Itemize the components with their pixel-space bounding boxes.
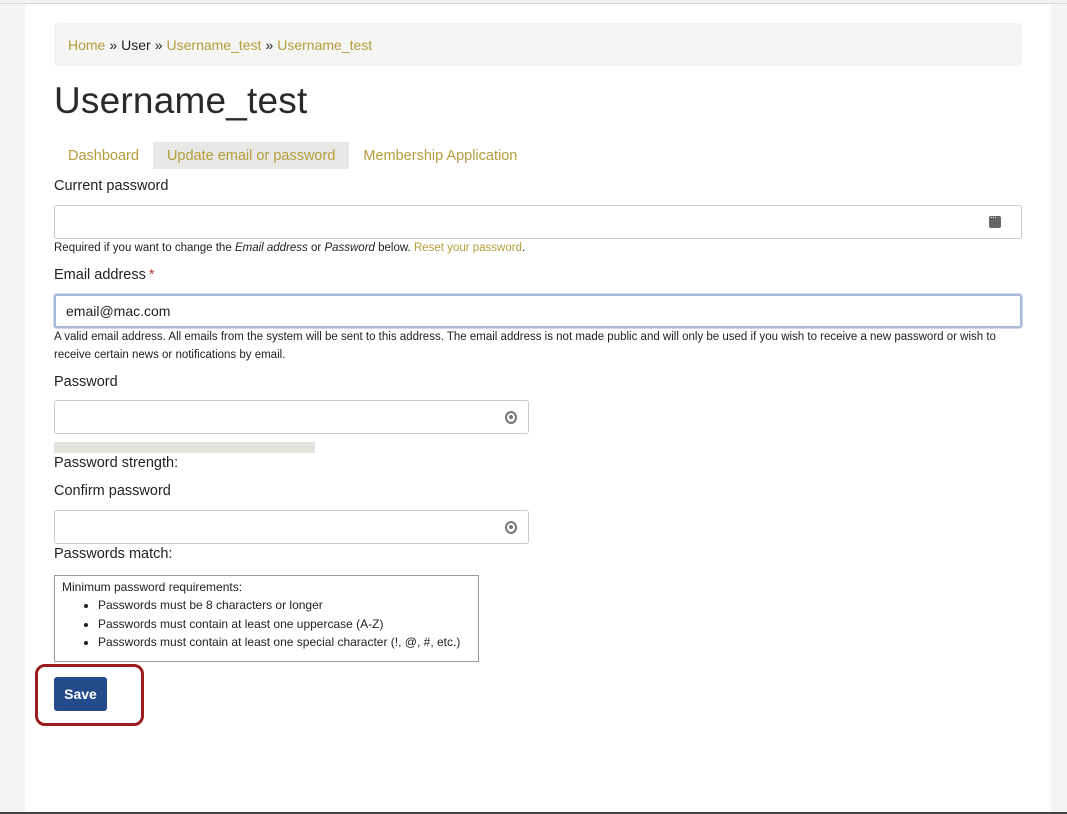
breadcrumb-home-link[interactable]: Home	[68, 37, 105, 53]
tab-dashboard[interactable]: Dashboard	[54, 142, 153, 169]
page-right-gutter	[1051, 0, 1067, 814]
requirement-item: Passwords must contain at least one spec…	[98, 633, 471, 652]
requirement-item: Passwords must contain at least one uppe…	[98, 615, 471, 634]
password-requirements-box: Minimum password requirements: Passwords…	[54, 575, 479, 662]
help-text: Required if you want to change the	[54, 242, 235, 254]
password-strength-label: Password strength:	[54, 455, 179, 471]
password-manager-icon[interactable]	[989, 212, 1001, 228]
reset-password-link[interactable]: Reset your password	[414, 242, 522, 254]
help-text: or	[307, 242, 325, 254]
password-input[interactable]	[54, 400, 529, 434]
help-text: below.	[374, 242, 414, 254]
tab-update-email-password[interactable]: Update email or password	[152, 142, 350, 169]
confirm-password-label: Confirm password	[54, 483, 171, 499]
current-password-input[interactable]	[54, 205, 1022, 239]
email-input[interactable]: email@mac.com	[54, 294, 1022, 328]
requirements-list: Passwords must be 8 characters or longer…	[98, 596, 471, 652]
email-label: Email address *	[54, 267, 155, 283]
breadcrumb-separator: »	[154, 36, 163, 53]
page-left-gutter	[0, 0, 25, 814]
email-label-text: Email address	[54, 267, 146, 283]
tabs: Dashboard Update email or password Membe…	[54, 142, 531, 169]
requirements-title: Minimum password requirements:	[62, 580, 243, 594]
breadcrumb: Home » User » Username_test » Username_t…	[54, 23, 1022, 66]
tab-membership-application[interactable]: Membership Application	[349, 142, 531, 169]
breadcrumb-separator: »	[265, 36, 274, 53]
help-emphasis-email: Email address	[234, 242, 308, 254]
requirement-item: Passwords must be 8 characters or longer	[98, 596, 471, 615]
password-reveal-icon[interactable]	[505, 521, 517, 534]
password-label: Password	[54, 374, 118, 390]
password-reveal-icon[interactable]	[505, 411, 517, 424]
page-title: Username_test	[54, 80, 308, 121]
breadcrumb-current-link[interactable]: Username_test	[277, 37, 372, 53]
page-top-border	[0, 0, 1067, 4]
current-password-help: Required if you want to change the Email…	[54, 239, 525, 257]
password-strength-bar	[54, 442, 315, 453]
breadcrumb-separator: »	[109, 36, 118, 53]
required-marker: *	[148, 267, 155, 283]
help-text: .	[521, 242, 526, 254]
breadcrumb-username-link[interactable]: Username_test	[167, 37, 262, 53]
passwords-match-label: Passwords match:	[54, 546, 173, 562]
current-password-label: Current password	[54, 178, 169, 194]
email-help: A valid email address. All emails from t…	[54, 331, 996, 361]
help-emphasis-password: Password	[324, 242, 375, 254]
confirm-password-input[interactable]	[54, 510, 529, 544]
email-input-value: email@mac.com	[66, 303, 171, 319]
breadcrumb-user: User	[121, 36, 151, 53]
save-button[interactable]: Save	[54, 677, 107, 711]
